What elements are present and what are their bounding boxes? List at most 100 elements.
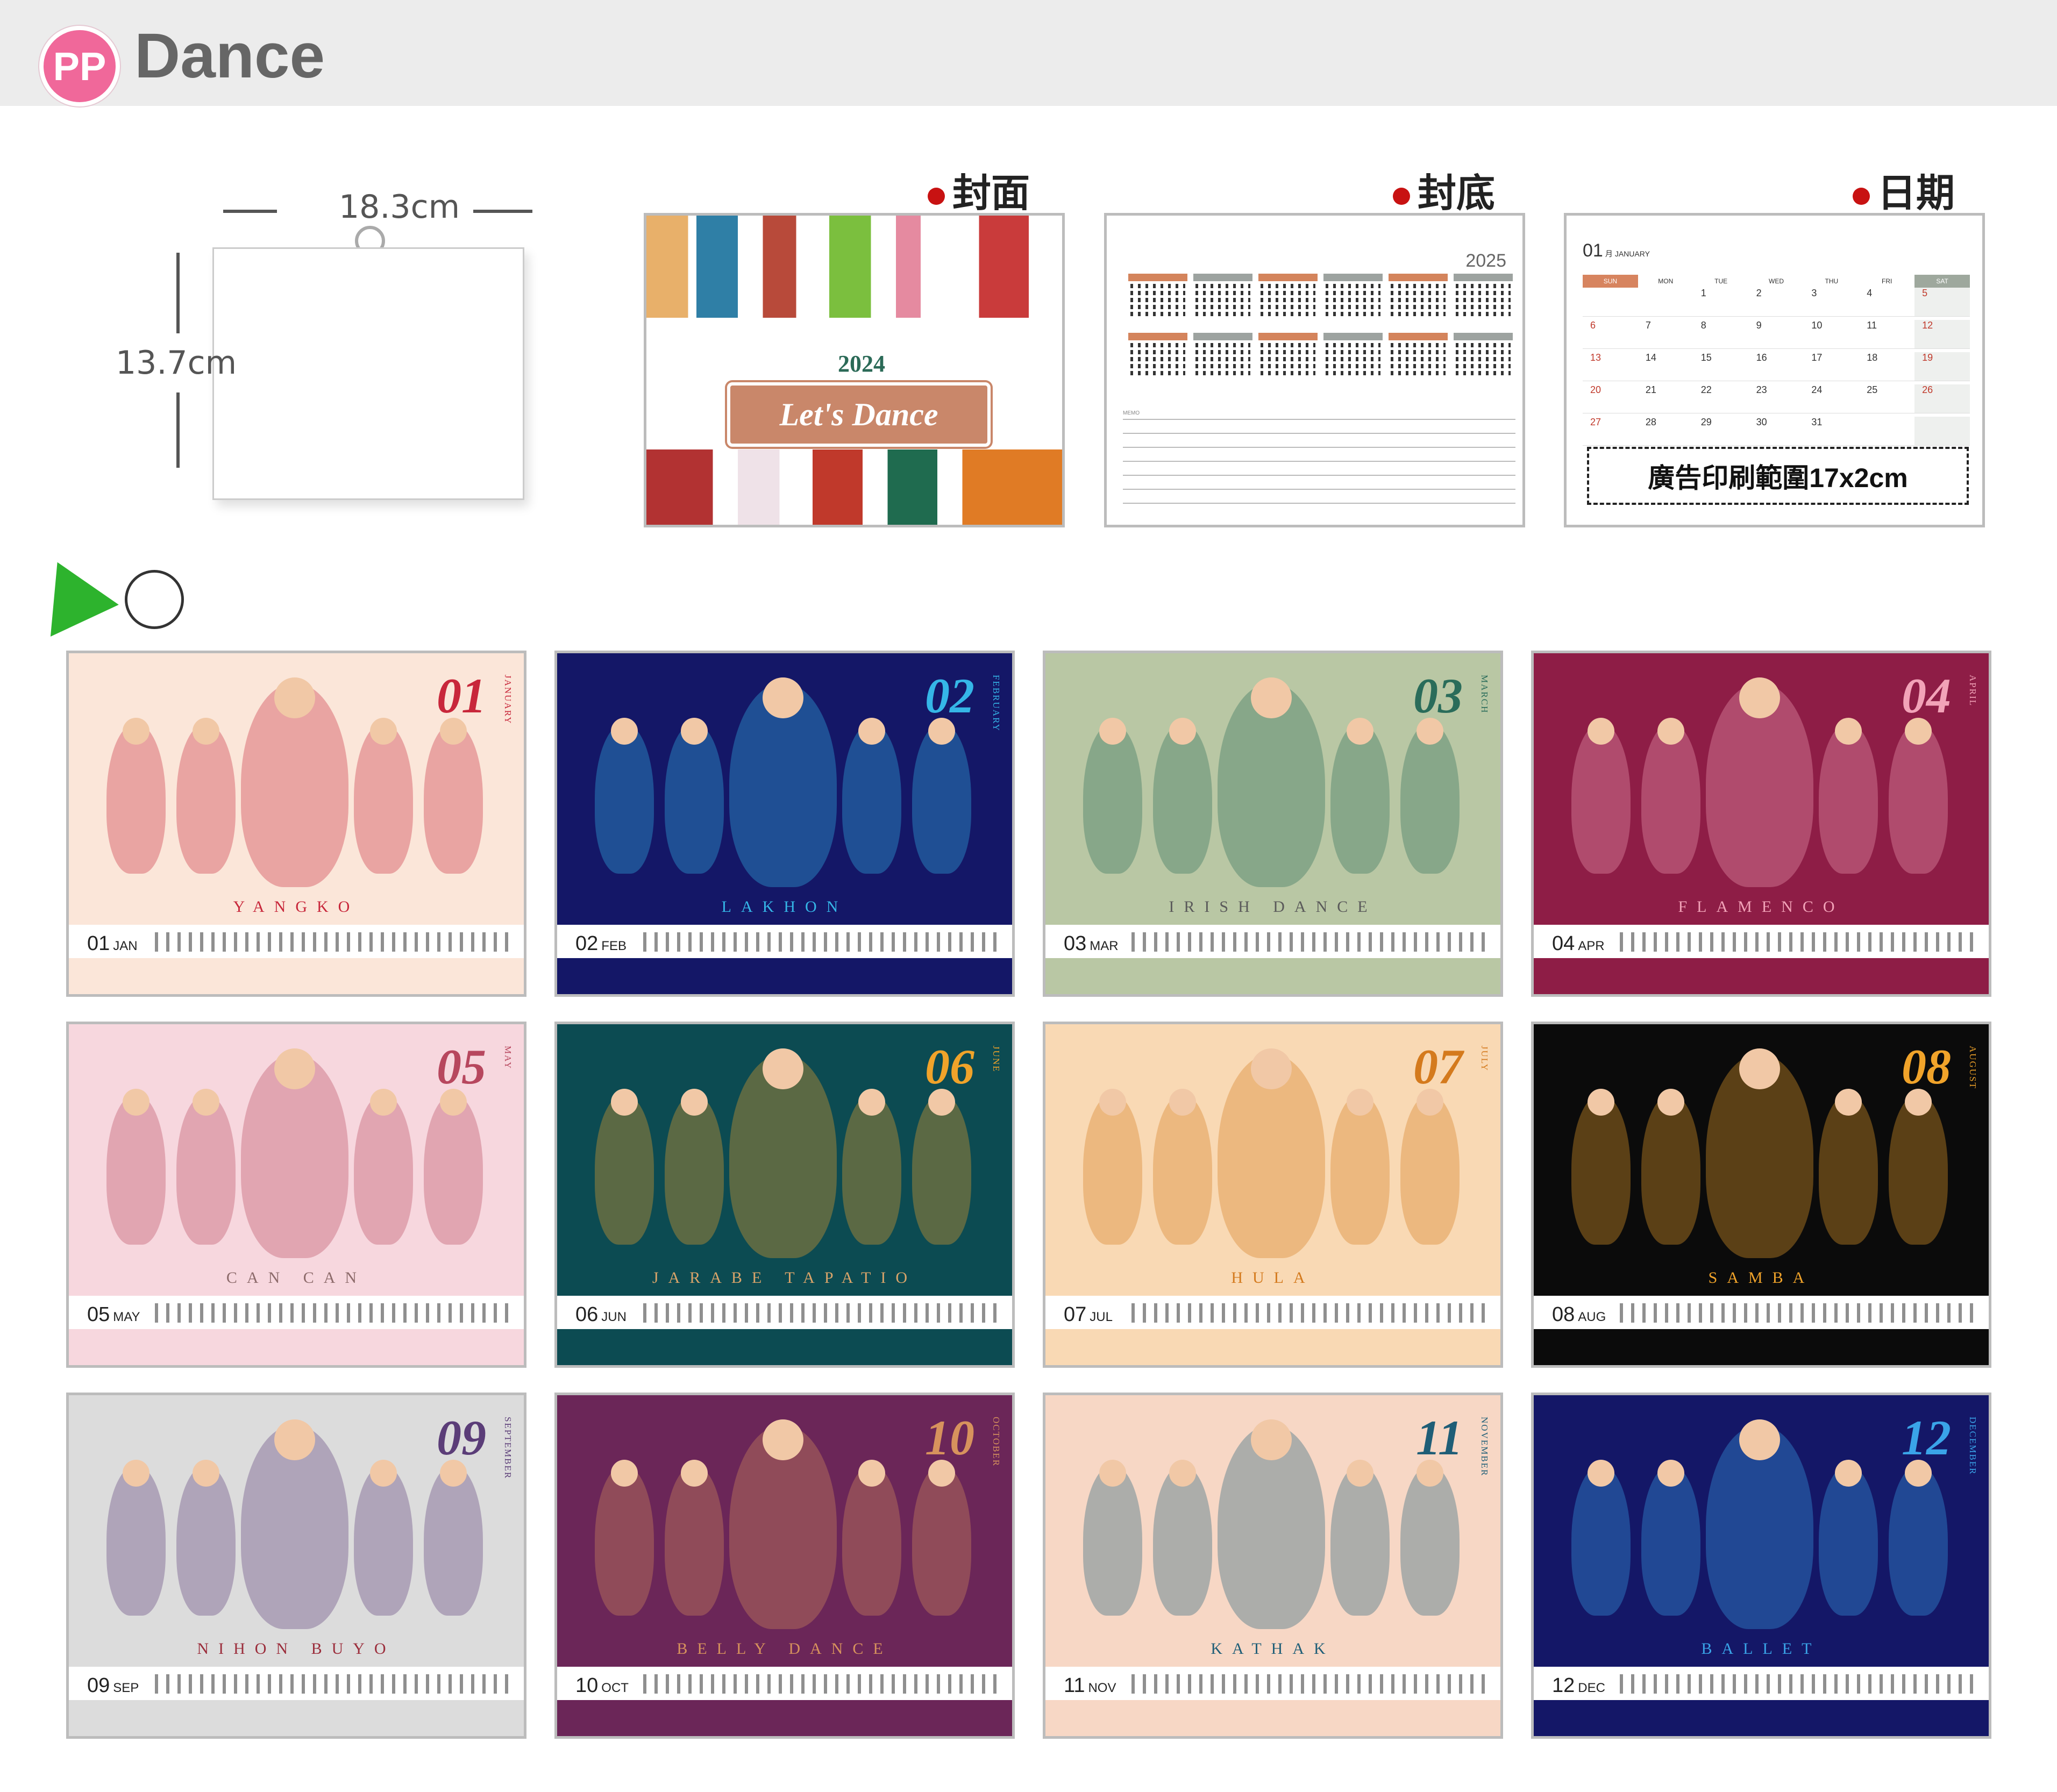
dancer-head: [1739, 1419, 1780, 1460]
month-name: NOVEMBER: [1479, 1417, 1490, 1477]
dancer-figure: [912, 1094, 971, 1245]
weekday-mon: MON: [1658, 277, 1674, 285]
date-strip: 02 FEB: [557, 925, 1012, 958]
month-tile-jun: 06 JUNE JARABE TAPATIO 06 JUN: [554, 1022, 1015, 1368]
month-number: 08: [1902, 1039, 1951, 1094]
strip-month: 01 JAN: [87, 932, 138, 955]
dance-name: CAN CAN: [226, 1269, 367, 1287]
dancer-head: [1588, 1089, 1614, 1116]
month-number: 10: [925, 1410, 974, 1465]
mini-month: [1389, 274, 1448, 333]
dancer-figure: [424, 723, 483, 874]
dancer-head: [1099, 1460, 1126, 1487]
day-cell: 26: [1914, 384, 1970, 413]
width-arrow-left: [223, 210, 277, 213]
dancer-figure: [1083, 1465, 1142, 1616]
strip-month: 11 NOV: [1064, 1674, 1116, 1697]
tile-footer: [69, 1700, 524, 1736]
month-tile-jan: 01 JANUARY YANGKO 01 JAN: [66, 651, 526, 997]
month-name: APRIL: [1968, 675, 1978, 707]
dancer-figure: [1571, 1465, 1631, 1616]
dancer-head: [1251, 1419, 1292, 1460]
dancer-head: [858, 1089, 885, 1116]
day-cell: [1914, 417, 1970, 446]
cover-panel: 2024 Let's Dance: [644, 213, 1065, 527]
day-cell: 22: [1693, 384, 1749, 413]
dancer-head: [1169, 718, 1196, 745]
mini-month: [1454, 333, 1513, 392]
red-dot-icon: [928, 187, 945, 205]
month-number: 12: [1902, 1410, 1951, 1465]
dance-name: HULA: [1231, 1269, 1315, 1287]
dancer-head: [193, 1460, 219, 1487]
date-panel: 01 月 JANUARY SUN MON TUE WED THU FRI SAT 1234567…: [1564, 213, 1985, 527]
month-tile-feb: 02 FEBRUARY LAKHON 02 FEB: [554, 651, 1015, 997]
mini-month: [1193, 333, 1252, 392]
dancer-figure: [842, 1465, 901, 1616]
date-strip: 04 APR: [1534, 925, 1989, 958]
weekday-thu: THU: [1825, 277, 1839, 285]
month-number: 09: [437, 1410, 486, 1465]
tile-footer: [557, 1700, 1012, 1736]
width-arrow-right: [473, 210, 532, 213]
dancer-head: [1169, 1089, 1196, 1116]
weekday-sun: SUN: [1583, 275, 1638, 288]
month-name: JULY: [1479, 1046, 1490, 1072]
dance-name: NIHON BUYO: [197, 1640, 396, 1658]
month-number: 11: [1416, 1410, 1463, 1465]
day-cell: 30: [1748, 417, 1804, 446]
dancer-figure: [1400, 723, 1460, 874]
dancer-figure: [595, 1094, 654, 1245]
dancer-head: [1251, 1048, 1292, 1089]
date-strip: 03 MAR: [1045, 925, 1500, 958]
dancer-figure: [665, 723, 724, 874]
dancer-head: [1657, 1089, 1684, 1116]
mascot: [23, 546, 200, 645]
month-tile-oct: 10 OCTOBER BELLY DANCE 10 OCT: [554, 1393, 1015, 1739]
tile-footer: [69, 958, 524, 994]
dancer-figure: [1400, 1094, 1460, 1245]
dancer-figure: [1641, 1465, 1700, 1616]
date-strip: 12 DEC: [1534, 1667, 1989, 1700]
date-strip: 11 NOV: [1045, 1667, 1500, 1700]
strip-month: 10 OCT: [575, 1674, 629, 1697]
cover-dancers-bottom: [646, 449, 1062, 525]
month-name: JUNE: [991, 1046, 1001, 1073]
dancer-figure: [1153, 1465, 1212, 1616]
dancer-head: [370, 1089, 397, 1116]
dancer-head: [274, 1048, 315, 1089]
dance-name: YANGKO: [233, 898, 360, 916]
dancer-head: [1739, 1048, 1780, 1089]
dancer-figure: [665, 1094, 724, 1245]
dancer-head: [370, 1460, 397, 1487]
date-month: 01 月 JANUARY: [1583, 240, 1650, 261]
weekday-tue: TUE: [1714, 277, 1728, 285]
day-cell: 23: [1748, 384, 1804, 413]
day-cell: 29: [1693, 417, 1749, 446]
date-strip: 05 MAY: [69, 1296, 524, 1329]
month-name: DECEMBER: [1968, 1417, 1978, 1475]
dancer-figure: [424, 1094, 483, 1245]
day-cell: 24: [1804, 384, 1860, 413]
dancer-figure: [1083, 1094, 1142, 1245]
dancer-head: [1657, 1460, 1684, 1487]
mini-month: [1323, 274, 1383, 333]
mini-month: [1128, 333, 1187, 392]
header-bar: PP Dance: [0, 0, 2057, 106]
dancer-figure: [1571, 723, 1631, 874]
dancer-head: [1251, 677, 1292, 718]
date-strip: 08 AUG: [1534, 1296, 1989, 1329]
day-cell: 21: [1638, 384, 1693, 413]
dancer-figure: [912, 1465, 971, 1616]
day-cell: 31: [1804, 417, 1860, 446]
day-cell: 28: [1638, 417, 1693, 446]
day-cell: 3: [1804, 288, 1860, 317]
calendar-mockup: [212, 247, 524, 500]
day-cell: 14: [1638, 352, 1693, 381]
dance-name: IRISH DANCE: [1169, 898, 1377, 916]
dancer-head: [681, 1460, 708, 1487]
dancer-figure: [106, 1094, 166, 1245]
dancer-head: [1099, 718, 1126, 745]
strip-month: 09 SEP: [87, 1674, 139, 1697]
day-cell: 20: [1583, 384, 1638, 413]
